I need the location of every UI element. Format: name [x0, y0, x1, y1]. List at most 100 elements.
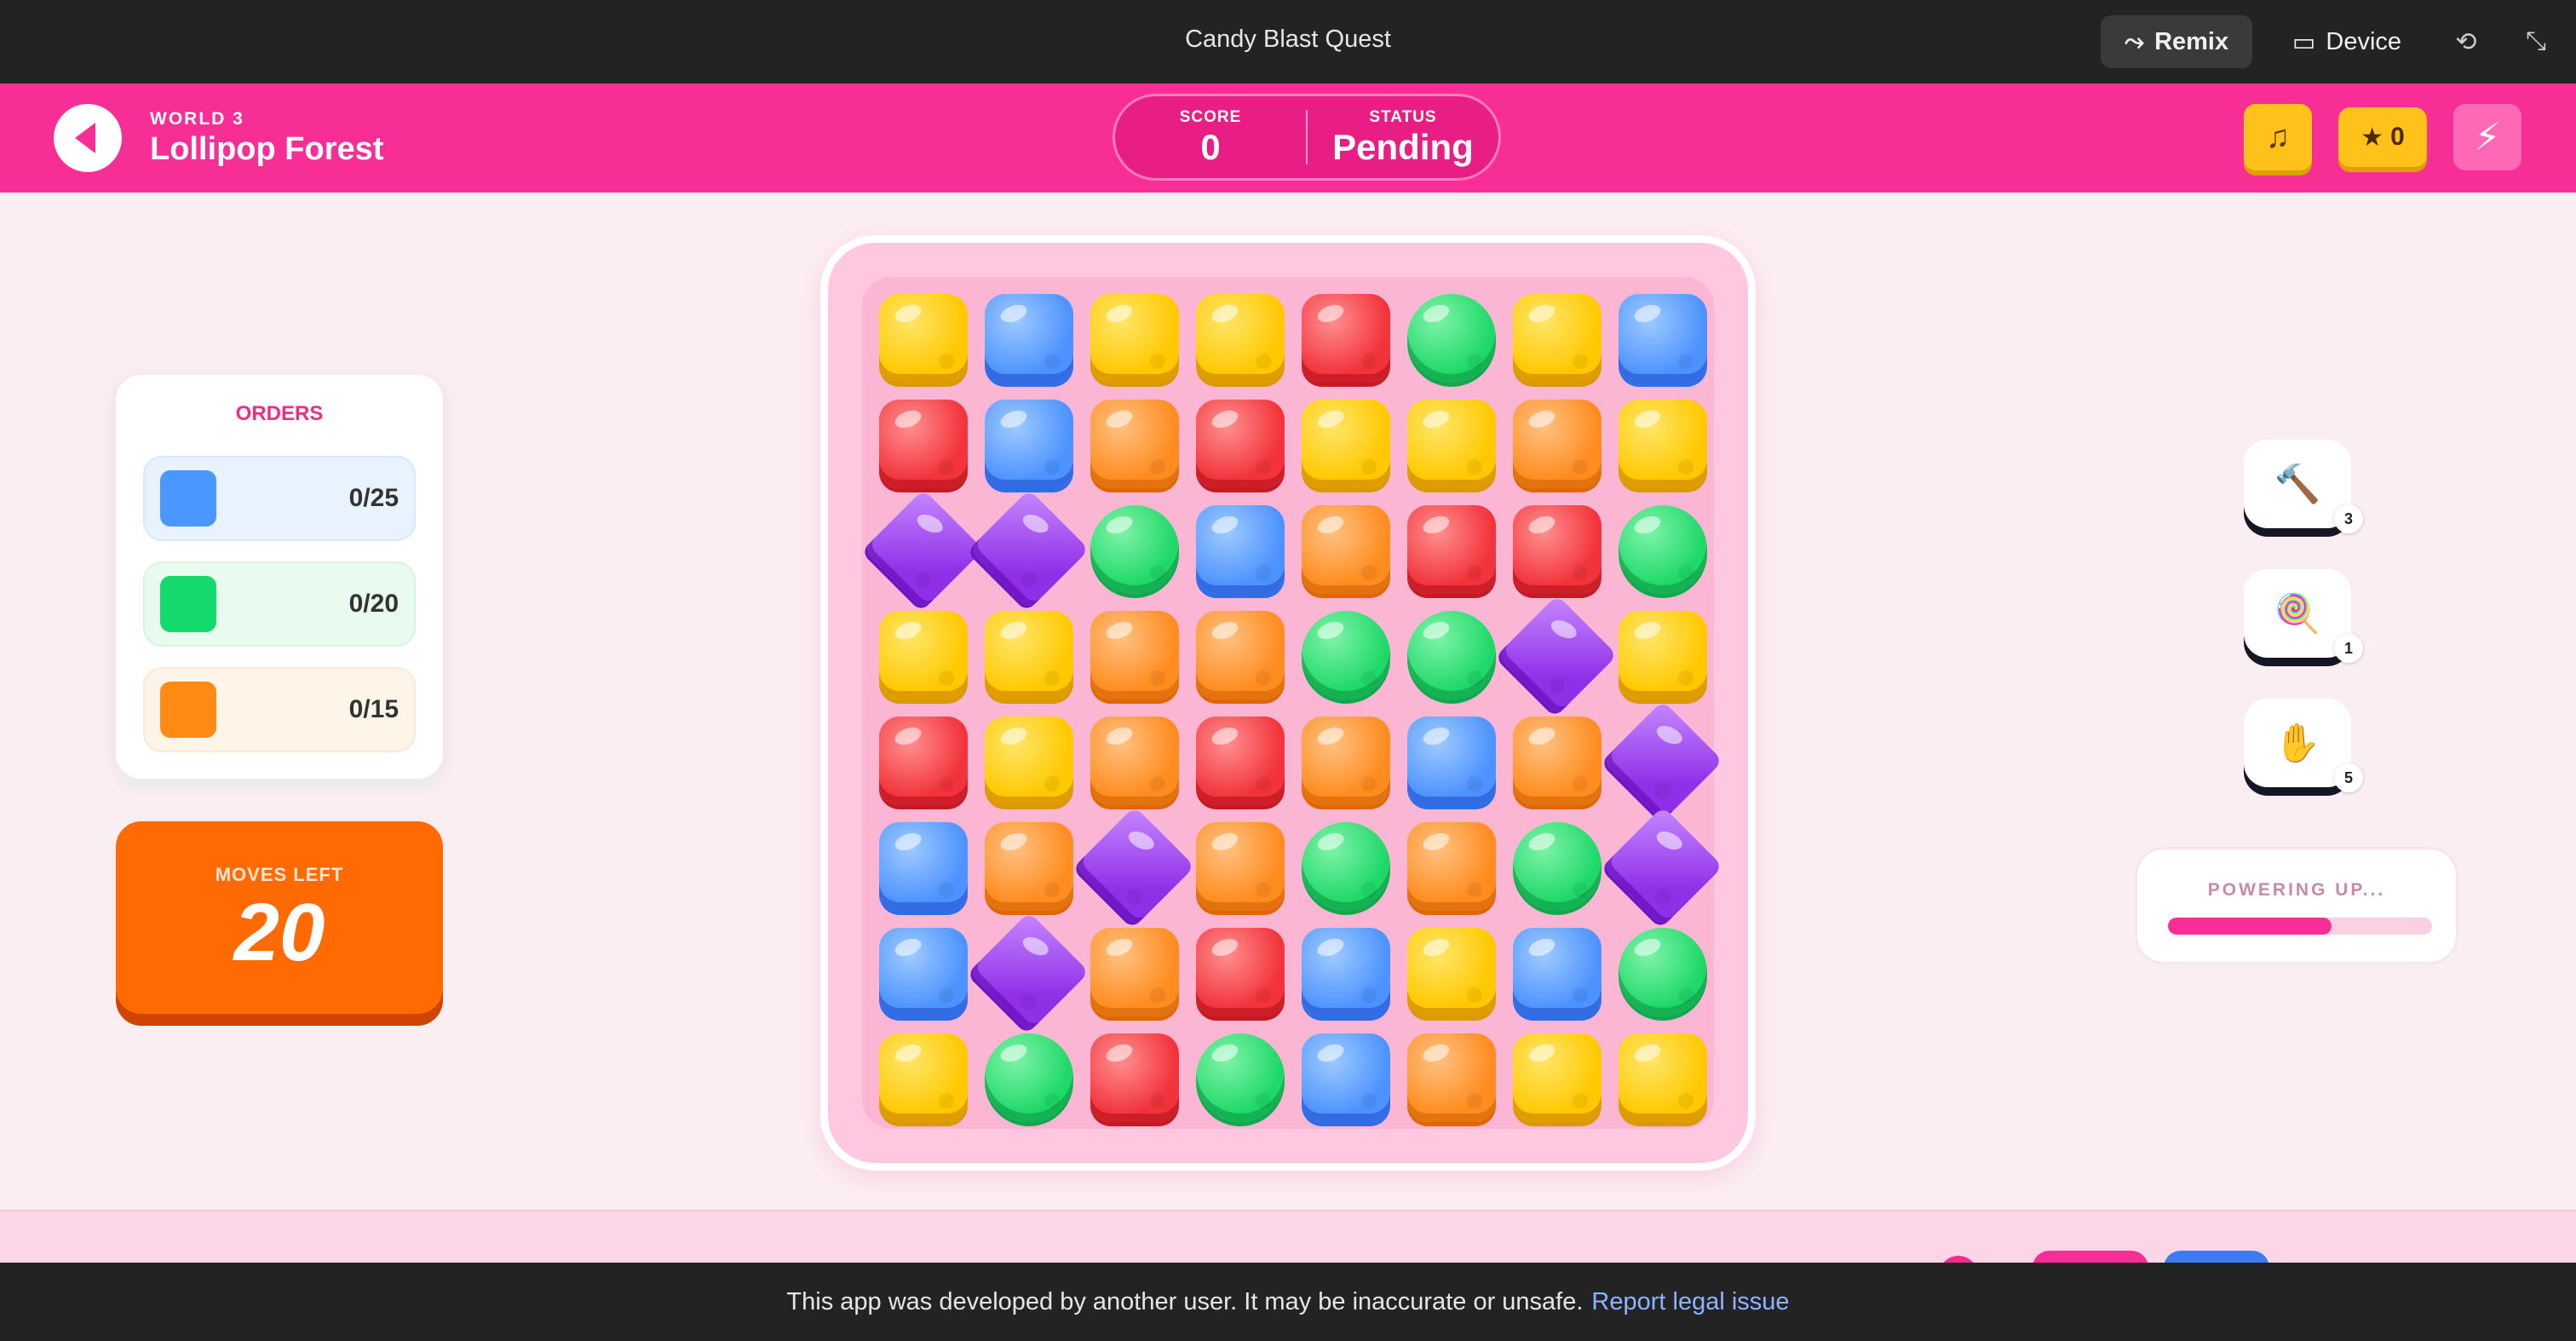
board-cell[interactable]	[976, 602, 1078, 705]
board-cell[interactable]	[969, 489, 1090, 610]
board-cell[interactable]	[1602, 700, 1723, 821]
board-cell[interactable]	[871, 285, 973, 388]
red-candy[interactable]	[1407, 505, 1496, 594]
board-cell[interactable]	[1610, 391, 1712, 493]
bottom-avatar[interactable]	[1939, 1256, 1978, 1263]
bottom-pink-button[interactable]	[2033, 1251, 2148, 1263]
board-cell[interactable]	[1610, 602, 1712, 705]
orange-candy[interactable]	[1513, 717, 1601, 805]
yellow-candy[interactable]	[879, 294, 968, 383]
board-cell[interactable]	[1187, 602, 1290, 705]
board-cell[interactable]	[1082, 708, 1184, 810]
board-cell[interactable]	[1082, 391, 1184, 493]
board-cell[interactable]	[1497, 595, 1618, 716]
purple-candy[interactable]	[969, 489, 1090, 610]
orange-candy[interactable]	[1090, 400, 1179, 488]
board-cell[interactable]	[1602, 806, 1723, 927]
green-candy[interactable]	[1407, 294, 1496, 383]
board-cell[interactable]	[1293, 708, 1395, 810]
blue-candy[interactable]	[985, 294, 1073, 383]
board-cell[interactable]	[871, 919, 973, 1022]
red-candy[interactable]	[1513, 505, 1601, 594]
board-cell[interactable]	[1610, 285, 1712, 388]
stars-counter-button[interactable]: ★ 0	[2338, 107, 2427, 167]
board-cell[interactable]	[976, 708, 1078, 810]
board-cell[interactable]	[1187, 1025, 1290, 1127]
board-cell[interactable]	[871, 1025, 973, 1127]
yellow-candy[interactable]	[985, 717, 1073, 805]
hand-booster-button[interactable]: ✋ 5	[2244, 699, 2363, 792]
orange-candy[interactable]	[1407, 822, 1496, 911]
board-cell[interactable]	[1082, 602, 1184, 705]
yellow-candy[interactable]	[1196, 294, 1285, 383]
device-button[interactable]: ▭ Device	[2274, 15, 2419, 68]
board-cell[interactable]	[1399, 1025, 1501, 1127]
yellow-candy[interactable]	[1619, 1033, 1707, 1122]
board-cell[interactable]	[1187, 285, 1290, 388]
board-cell[interactable]	[1399, 602, 1501, 705]
blue-candy[interactable]	[879, 928, 968, 1016]
green-candy[interactable]	[985, 1033, 1073, 1122]
board-cell[interactable]	[976, 391, 1078, 493]
board-cell[interactable]	[1293, 602, 1395, 705]
board-cell[interactable]	[1187, 919, 1290, 1022]
refresh-button[interactable]: ⟲	[2445, 15, 2487, 68]
blue-candy[interactable]	[985, 400, 1073, 488]
board-cell[interactable]	[1293, 814, 1395, 916]
board-cell[interactable]	[1399, 708, 1501, 810]
board-cell[interactable]	[1187, 708, 1290, 810]
yellow-candy[interactable]	[879, 1033, 968, 1122]
board-cell[interactable]	[1504, 708, 1607, 810]
yellow-candy[interactable]	[879, 611, 968, 699]
report-legal-issue-link[interactable]: Report legal issue	[1591, 1288, 1789, 1316]
blue-candy[interactable]	[1302, 1033, 1390, 1122]
board-cell[interactable]	[1293, 285, 1395, 388]
purple-candy[interactable]	[863, 489, 984, 610]
remix-button[interactable]: ⤳ Remix	[2101, 15, 2252, 68]
board-cell[interactable]	[871, 391, 973, 493]
purple-candy[interactable]	[1602, 700, 1723, 821]
green-candy[interactable]	[1302, 611, 1390, 699]
board-cell[interactable]	[1187, 814, 1290, 916]
green-candy[interactable]	[1619, 505, 1707, 594]
orange-candy[interactable]	[1090, 611, 1179, 699]
bottom-blue-button[interactable]	[2164, 1251, 2269, 1263]
board-cell[interactable]	[1082, 919, 1184, 1022]
red-candy[interactable]	[879, 717, 968, 805]
orange-candy[interactable]	[1090, 717, 1179, 805]
board-cell[interactable]	[1504, 1025, 1607, 1127]
orange-candy[interactable]	[985, 822, 1073, 911]
board-cell[interactable]	[969, 912, 1090, 1033]
red-candy[interactable]	[1196, 717, 1285, 805]
board-cell[interactable]	[1610, 919, 1712, 1022]
board-cell[interactable]	[871, 708, 973, 810]
red-candy[interactable]	[879, 400, 968, 488]
board-cell[interactable]	[1082, 285, 1184, 388]
back-button[interactable]	[54, 104, 122, 172]
board-cell[interactable]	[1504, 497, 1607, 599]
board-cell[interactable]	[1504, 814, 1607, 916]
board-cell[interactable]	[1082, 497, 1184, 599]
yellow-candy[interactable]	[1090, 294, 1179, 383]
purple-candy[interactable]	[1497, 595, 1618, 716]
red-candy[interactable]	[1302, 294, 1390, 383]
purple-candy[interactable]	[1074, 806, 1195, 927]
purple-candy[interactable]	[1602, 806, 1723, 927]
blue-candy[interactable]	[1619, 294, 1707, 383]
green-candy[interactable]	[1196, 1033, 1285, 1122]
board-cell[interactable]	[1399, 814, 1501, 916]
orange-candy[interactable]	[1407, 1033, 1496, 1122]
yellow-candy[interactable]	[1302, 400, 1390, 488]
blue-candy[interactable]	[879, 822, 968, 911]
orange-candy[interactable]	[1302, 717, 1390, 805]
yellow-candy[interactable]	[1513, 294, 1601, 383]
orange-candy[interactable]	[1302, 505, 1390, 594]
board-cell[interactable]	[1082, 1025, 1184, 1127]
board-cell[interactable]	[1293, 497, 1395, 599]
board-cell[interactable]	[1074, 806, 1195, 927]
board-cell[interactable]	[1504, 285, 1607, 388]
yellow-candy[interactable]	[985, 611, 1073, 699]
board-cell[interactable]	[976, 285, 1078, 388]
board-cell[interactable]	[1399, 919, 1501, 1022]
red-candy[interactable]	[1196, 928, 1285, 1016]
